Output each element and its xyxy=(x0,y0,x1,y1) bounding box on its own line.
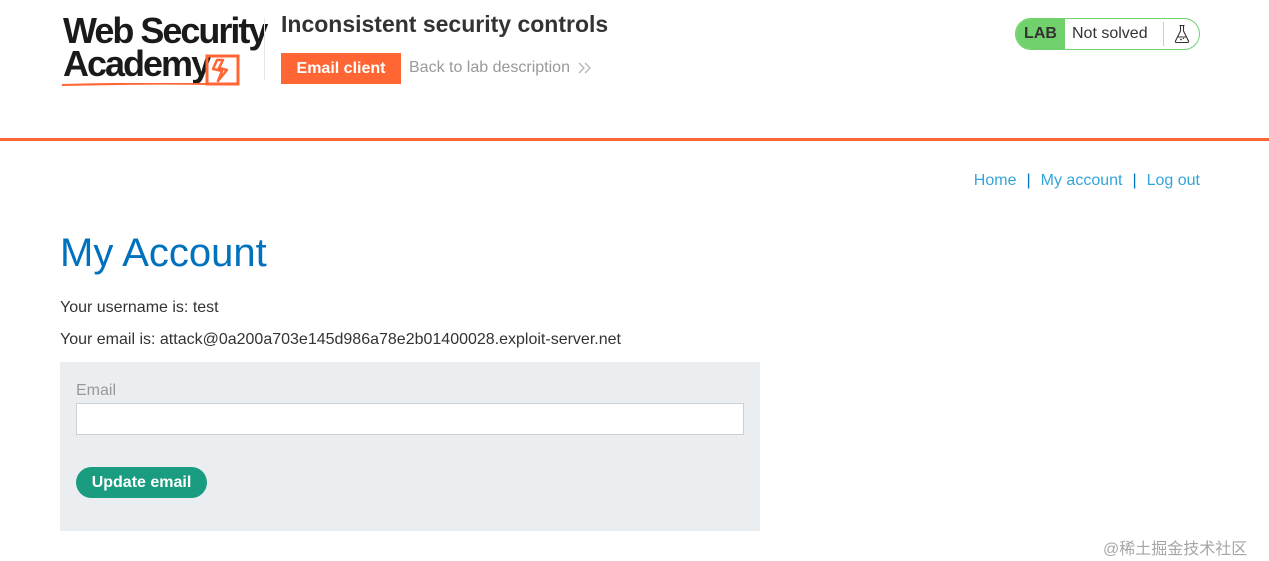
lab-status-widget: LAB Not solved xyxy=(1015,18,1200,50)
email-label: Email xyxy=(76,382,117,399)
lightning-bolt-icon xyxy=(205,54,240,86)
change-email-form: Email Update email xyxy=(60,362,760,531)
lab-header: Web Security Academy Inconsistent securi… xyxy=(0,0,1269,141)
update-email-button[interactable]: Update email xyxy=(76,467,207,498)
nav-my-account-link[interactable]: My account xyxy=(1041,172,1123,190)
lab-title: Inconsistent security controls xyxy=(281,11,609,37)
double-chevron-right-icon xyxy=(578,62,591,74)
web-security-academy-logo[interactable]: Web Security Academy xyxy=(60,13,268,90)
flask-icon xyxy=(1164,19,1199,49)
back-to-lab-description-link[interactable]: Back to lab description xyxy=(409,59,592,77)
watermark: @稀土掘金技术社区 xyxy=(1103,541,1248,558)
lab-status-text: Not solved xyxy=(1072,25,1148,42)
logo-underline xyxy=(62,83,212,86)
email-info: Your email is: attack@0a200a703e145d986a… xyxy=(60,331,621,348)
header-divider xyxy=(264,18,265,80)
email-input[interactable] xyxy=(76,403,744,435)
nav-separator: | xyxy=(1026,172,1031,189)
account-nav: Home | My account | Log out xyxy=(974,172,1200,190)
page-title: My Account xyxy=(60,231,267,275)
nav-home-link[interactable]: Home xyxy=(974,172,1017,190)
email-client-button[interactable]: Email client xyxy=(281,53,401,84)
nav-log-out-link[interactable]: Log out xyxy=(1147,172,1200,190)
nav-separator: | xyxy=(1132,172,1137,189)
back-link-label: Back to lab description xyxy=(409,59,570,76)
lab-badge: LAB xyxy=(1016,19,1065,49)
username-info: Your username is: test xyxy=(60,299,219,316)
